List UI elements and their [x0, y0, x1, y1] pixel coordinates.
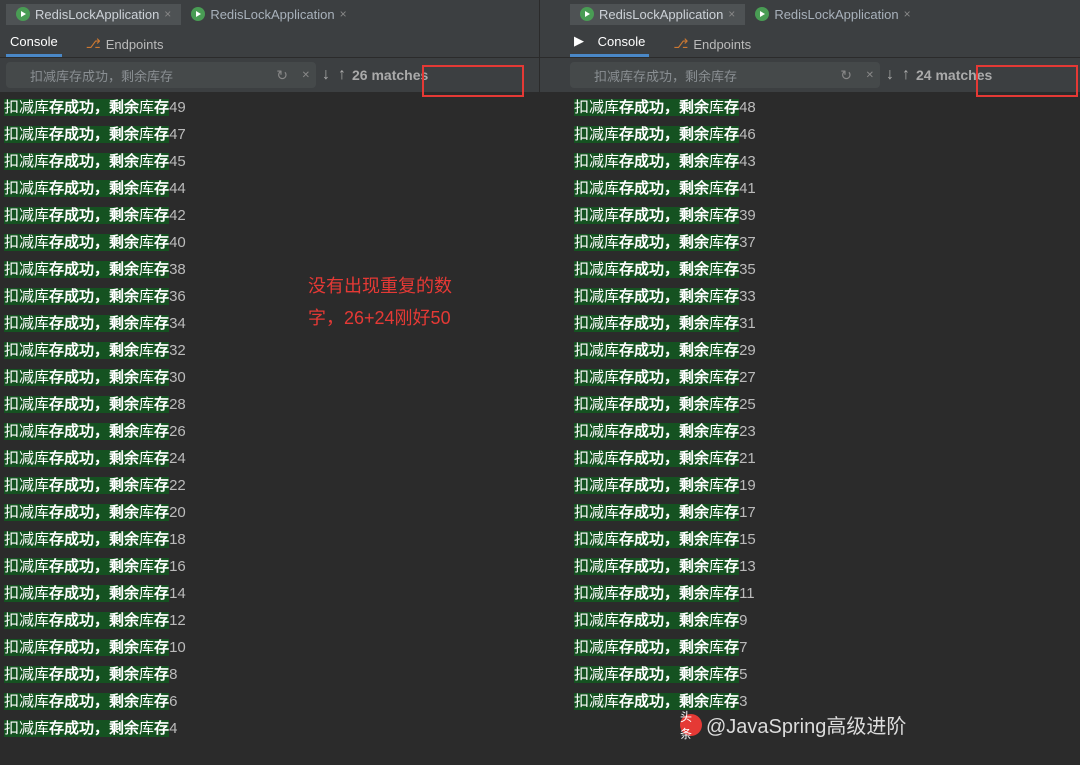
log-line: 扣减库存成功，剩余库存5 [570, 661, 1080, 688]
tab-run-config-2[interactable]: RedisLockApplication × [745, 4, 920, 25]
nav-arrows: ↓ ↑ [886, 66, 910, 84]
tab-console[interactable]: Console [6, 29, 62, 57]
log-line: 扣减库存成功，剩余库存20 [0, 499, 539, 526]
search-wrap: Q⌄ ↻ ✕ [6, 62, 316, 88]
clear-icon[interactable]: ✕ [302, 70, 310, 81]
log-line: 扣减库存成功，剩余库存46 [570, 121, 1080, 148]
match-count-left: 26 matches [352, 67, 428, 83]
prev-match-icon[interactable]: ↑ [902, 66, 910, 84]
watermark-text: @JavaSpring高级进阶 [706, 710, 906, 739]
tab-endpoints[interactable]: ⎇Endpoints [82, 31, 168, 57]
tab-label: RedisLockApplication [35, 7, 159, 22]
log-line: 扣减库存成功，剩余库存42 [0, 202, 539, 229]
log-line: 扣减库存成功，剩余库存36 [0, 283, 539, 310]
log-line: 扣减库存成功，剩余库存11 [570, 580, 1080, 607]
log-line: 扣减库存成功，剩余库存18 [0, 526, 539, 553]
log-line: 扣减库存成功，剩余库存14 [0, 580, 539, 607]
tab-run-config-2[interactable]: RedisLockApplication × [181, 4, 356, 25]
tab-label: RedisLockApplication [599, 7, 723, 22]
run-tabs-left: RedisLockApplication × RedisLockApplicat… [0, 0, 539, 28]
log-line: 扣减库存成功，剩余库存17 [570, 499, 1080, 526]
prev-match-icon[interactable]: ↑ [338, 66, 346, 84]
tab-label: RedisLockApplication [210, 7, 334, 22]
log-line: 扣减库存成功，剩余库存33 [570, 283, 1080, 310]
nav-arrows: ↓ ↑ [322, 66, 346, 84]
log-line: 扣减库存成功，剩余库存7 [570, 634, 1080, 661]
clear-icon[interactable]: ✕ [866, 70, 874, 81]
log-line: 扣减库存成功，剩余库存16 [0, 553, 539, 580]
tab-run-config-1[interactable]: RedisLockApplication × [6, 4, 181, 25]
search-input[interactable] [6, 62, 316, 88]
log-line: 扣减库存成功，剩余库存27 [570, 364, 1080, 391]
watermark-badge: 头条 [680, 714, 702, 736]
log-line: 扣减库存成功，剩余库存6 [0, 688, 539, 715]
log-line: 扣减库存成功，剩余库存41 [570, 175, 1080, 202]
log-line: 扣减库存成功，剩余库存32 [0, 337, 539, 364]
play-icon [16, 7, 30, 21]
log-line: 扣减库存成功，剩余库存9 [570, 607, 1080, 634]
play-icon [191, 7, 205, 21]
log-line: 扣减库存成功，剩余库存45 [0, 148, 539, 175]
log-line: 扣减库存成功，剩余库存48 [570, 94, 1080, 121]
log-line: 扣减库存成功，剩余库存44 [0, 175, 539, 202]
log-line: 扣减库存成功，剩余库存30 [0, 364, 539, 391]
log-line: 扣减库存成功，剩余库存39 [570, 202, 1080, 229]
log-line: 扣减库存成功，剩余库存24 [0, 445, 539, 472]
log-line: 扣减库存成功，剩余库存38 [0, 256, 539, 283]
close-icon[interactable]: × [164, 7, 171, 21]
log-line: 扣减库存成功，剩余库存8 [0, 661, 539, 688]
search-wrap: Q⌄ ↻ ✕ [570, 62, 880, 88]
log-line: 扣减库存成功，剩余库存22 [0, 472, 539, 499]
log-line: 扣减库存成功，剩余库存35 [570, 256, 1080, 283]
watermark: 头条 @JavaSpring高级进阶 [680, 710, 906, 739]
log-line: 扣减库存成功，剩余库存25 [570, 391, 1080, 418]
panel-right: ⇥ ⬇≡ 🖶 🗑 RedisLockApplication × RedisLoc… [540, 0, 1080, 765]
close-icon[interactable]: × [340, 7, 347, 21]
next-match-icon[interactable]: ↓ [322, 66, 330, 84]
log-line: 扣减库存成功，剩余库存37 [570, 229, 1080, 256]
log-line: 扣减库存成功，剩余库存13 [570, 553, 1080, 580]
tab-console[interactable]: ▶ Console [570, 28, 649, 57]
highlight-box-right [976, 65, 1078, 97]
log-line: 扣减库存成功，剩余库存29 [570, 337, 1080, 364]
log-line: 扣减库存成功，剩余库存12 [0, 607, 539, 634]
next-match-icon[interactable]: ↓ [886, 66, 894, 84]
highlight-box-left [422, 65, 524, 97]
log-line: 扣减库存成功，剩余库存19 [570, 472, 1080, 499]
console-right[interactable]: 扣减库存成功，剩余库存48扣减库存成功，剩余库存46扣减库存成功，剩余库存43扣… [540, 92, 1080, 765]
play-icon [580, 7, 594, 21]
panel-left: RedisLockApplication × RedisLockApplicat… [0, 0, 540, 765]
play-icon [755, 7, 769, 21]
log-line: 扣减库存成功，剩余库存47 [0, 121, 539, 148]
log-line: 扣减库存成功，剩余库存34 [0, 310, 539, 337]
log-line: 扣减库存成功，剩余库存43 [570, 148, 1080, 175]
log-line: 扣减库存成功，剩余库存10 [0, 634, 539, 661]
log-line: 扣减库存成功，剩余库存4 [0, 715, 539, 742]
log-line: 扣减库存成功，剩余库存49 [0, 94, 539, 121]
refresh-icon[interactable]: ↻ [276, 67, 288, 84]
log-line: 扣减库存成功，剩余库存40 [0, 229, 539, 256]
endpoints-icon: ⎇ [673, 36, 688, 52]
close-icon[interactable]: × [904, 7, 911, 21]
console-left[interactable]: 扣减库存成功，剩余库存49扣减库存成功，剩余库存47扣减库存成功，剩余库存45扣… [0, 92, 539, 765]
log-line: 扣减库存成功，剩余库存26 [0, 418, 539, 445]
tab-run-config-1[interactable]: RedisLockApplication × [570, 4, 745, 25]
annotation-text: 没有出现重复的数 字，26+24刚好50 [308, 270, 452, 334]
log-line: 扣减库存成功，剩余库存28 [0, 391, 539, 418]
console-indicator-icon: ▶ [574, 33, 584, 49]
tab-label: RedisLockApplication [774, 7, 898, 22]
tool-tabs-right: ▶ Console ⎇Endpoints [540, 28, 1080, 58]
log-line: 扣减库存成功，剩余库存31 [570, 310, 1080, 337]
log-line: 扣减库存成功，剩余库存23 [570, 418, 1080, 445]
refresh-icon[interactable]: ↻ [840, 67, 852, 84]
run-tabs-right: RedisLockApplication × RedisLockApplicat… [540, 0, 1080, 28]
log-line: 扣减库存成功，剩余库存15 [570, 526, 1080, 553]
close-icon[interactable]: × [728, 7, 735, 21]
log-line: 扣减库存成功，剩余库存21 [570, 445, 1080, 472]
tool-tabs-left: Console ⎇Endpoints [0, 28, 539, 58]
tab-endpoints[interactable]: ⎇Endpoints [669, 31, 755, 57]
search-input[interactable] [570, 62, 880, 88]
endpoints-icon: ⎇ [86, 36, 101, 52]
